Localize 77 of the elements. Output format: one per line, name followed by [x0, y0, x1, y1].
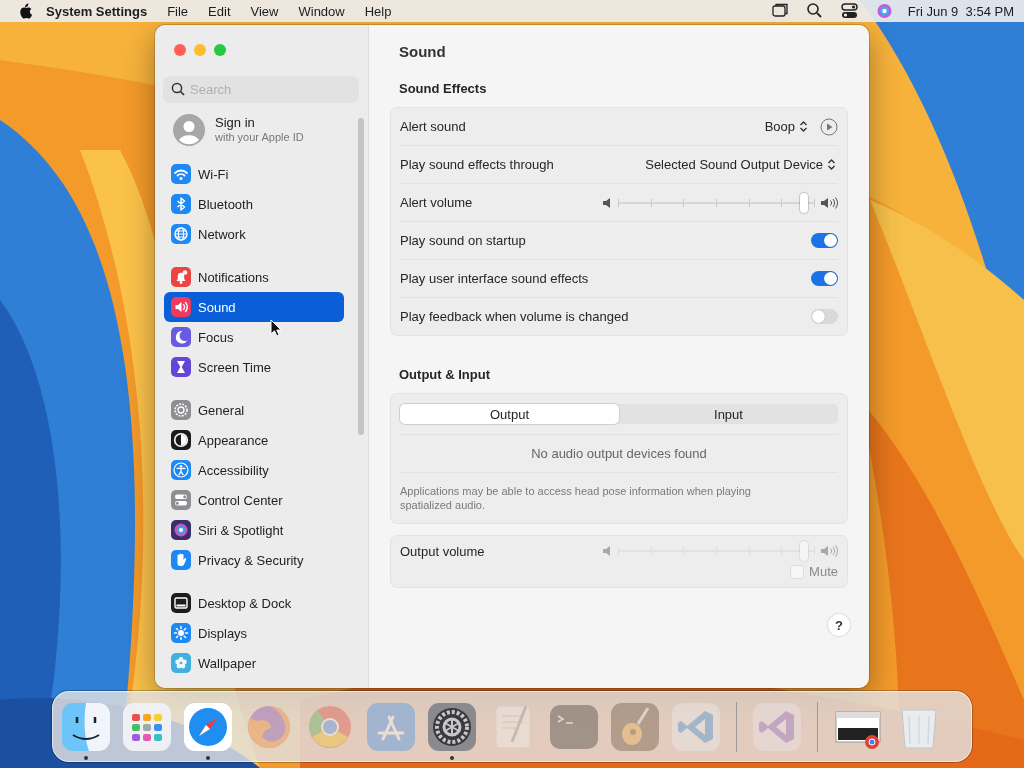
- chevron-up-down-icon: [799, 120, 808, 133]
- checkbox-label: Mute: [809, 564, 838, 579]
- running-indicator: [450, 755, 454, 760]
- control-center-icon[interactable]: [840, 2, 858, 20]
- sidebar-item[interactable]: Appearance: [164, 425, 344, 455]
- empty-message: No audio output devices found: [400, 434, 838, 473]
- apple-logo-icon[interactable]: [18, 3, 32, 19]
- setting-label: Alert sound: [400, 119, 466, 134]
- sidebar-item[interactable]: Control Center: [164, 485, 344, 515]
- play-button-icon[interactable]: [820, 117, 838, 136]
- sidebar-item[interactable]: Network: [164, 219, 344, 249]
- app-grid-icon[interactable]: [122, 701, 172, 752]
- orb-icon[interactable]: [875, 2, 893, 20]
- volume-slider[interactable]: [618, 194, 814, 211]
- segment-tab[interactable]: Input: [619, 404, 838, 424]
- menu-item[interactable]: Window: [288, 3, 355, 19]
- volume-low-icon: [602, 545, 612, 557]
- sidebar-item[interactable]: General: [164, 395, 344, 425]
- setting-label: Play sound effects through: [400, 157, 554, 172]
- zoom-button[interactable]: [214, 44, 226, 56]
- slider-thumb[interactable]: [800, 192, 809, 213]
- sidebar-item[interactable]: Screen Time: [164, 352, 344, 382]
- sidebar-item[interactable]: Desktop & Dock: [164, 588, 344, 618]
- volume-low-icon: [602, 196, 612, 209]
- menu-item[interactable]: Help: [354, 3, 402, 19]
- guitar-icon[interactable]: [610, 701, 660, 752]
- popup-button[interactable]: Boop: [760, 117, 810, 136]
- chevron-up-down-icon: [827, 158, 836, 171]
- page-title: Sound: [399, 43, 447, 61]
- menu-clock[interactable]: Fri Jun 9 3:54 PM: [907, 3, 1014, 19]
- gear-icon[interactable]: [427, 701, 477, 752]
- sticks-icon[interactable]: [366, 701, 416, 752]
- search-icon[interactable]: [805, 2, 823, 20]
- menu-item[interactable]: File: [157, 3, 199, 19]
- windows-icon[interactable]: [770, 2, 788, 20]
- compass-icon[interactable]: [183, 701, 233, 752]
- running-indicator: [84, 755, 88, 760]
- setting-label: Output volume: [400, 543, 485, 559]
- scrollbar[interactable]: [358, 118, 364, 435]
- ribbon-icon[interactable]: [671, 701, 721, 752]
- menu-item[interactable]: View: [240, 3, 289, 19]
- sidebar-item[interactable]: Privacy & Security: [164, 545, 344, 575]
- toggle-switch[interactable]: [811, 233, 838, 248]
- toggle-switch[interactable]: [811, 271, 838, 286]
- toggle-switch[interactable]: [811, 309, 838, 324]
- sidebar-item[interactable]: Focus: [164, 322, 344, 352]
- sidebar-item[interactable]: Notifications: [164, 262, 344, 292]
- info-note: Applications may be able to access head pose information when playing spatialized audio.: [400, 484, 752, 513]
- sidebar-item[interactable]: Wallpaper: [164, 648, 344, 678]
- avatar-icon[interactable]: [173, 114, 205, 146]
- setting-label: Play feedback when volume is changed: [400, 309, 629, 324]
- ribbon-icon[interactable]: [752, 701, 802, 752]
- app-menu[interactable]: System Settings: [32, 3, 158, 19]
- sidebar-item[interactable]: Wi-Fi: [164, 159, 344, 189]
- running-indicator: [206, 755, 210, 760]
- minimize-button[interactable]: [194, 44, 206, 56]
- face-icon[interactable]: [61, 701, 111, 752]
- volume-high-icon: [820, 195, 838, 210]
- popup-button[interactable]: Selected Sound Output Device: [641, 155, 838, 174]
- sidebar-item[interactable]: Siri & Spotlight: [164, 515, 344, 545]
- sidebar-item[interactable]: Accessibility: [164, 455, 344, 485]
- pointer-icon: [270, 319, 282, 337]
- section-heading: Sound Effects: [399, 81, 488, 97]
- close-button[interactable]: [174, 44, 186, 56]
- setting-label: Play user interface sound effects: [400, 271, 589, 286]
- setting-label: Play sound on startup: [400, 233, 526, 248]
- setting-label: Alert volume: [400, 195, 473, 210]
- section-heading: Output & Input: [399, 367, 491, 383]
- volume-high-icon: [820, 544, 838, 558]
- sign-in-title[interactable]: Sign in: [215, 115, 304, 130]
- help-button[interactable]: ?: [828, 614, 850, 636]
- sidebar-item[interactable]: Bluetooth: [164, 189, 344, 219]
- sidebar-item[interactable]: Displays: [164, 618, 344, 648]
- sidebar-item[interactable]: Sound: [164, 292, 344, 322]
- menu-item[interactable]: Edit: [198, 3, 241, 19]
- segment-tab[interactable]: Output: [400, 404, 619, 424]
- sign-in-subtitle: with your Apple ID: [215, 130, 304, 145]
